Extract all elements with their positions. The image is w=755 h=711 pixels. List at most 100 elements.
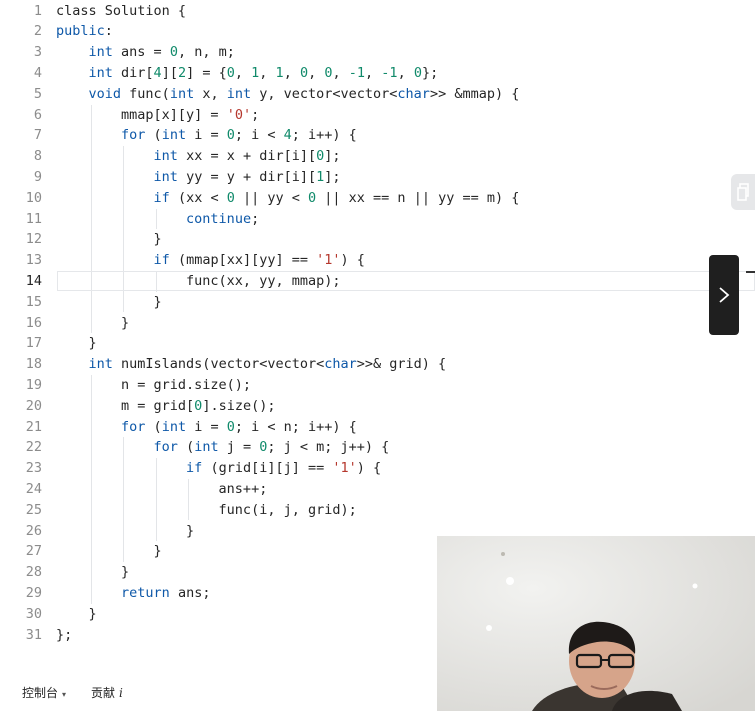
code-line[interactable]: 6 mmap[x][y] = '0'; xyxy=(4,105,755,126)
line-number: 22 xyxy=(25,439,42,456)
side-panel-tab[interactable] xyxy=(731,174,755,210)
code-line[interactable]: 17 } xyxy=(4,333,755,354)
code-line[interactable]: 4 int dir[4][2] = {0, 1, 1, 0, 0, -1, -1… xyxy=(4,63,755,84)
webcam-video-image xyxy=(437,536,755,711)
code-token: class Solution { xyxy=(56,2,187,19)
chevron-right-icon xyxy=(719,287,730,303)
code-text: void func(int x, int y, vector<vector<ch… xyxy=(56,84,520,105)
code-token: m = grid[ xyxy=(56,397,195,414)
code-token: for xyxy=(121,418,146,435)
code-token: 0 xyxy=(169,44,178,61)
code-token: int xyxy=(169,85,195,102)
code-text: for (int i = 0; i < n; i++) { xyxy=(56,417,357,438)
code-token: xx = x + dir[i][ xyxy=(177,148,317,165)
code-token: '0' xyxy=(226,106,252,123)
code-line[interactable]: 5 void func(int x, int y, vector<vector<… xyxy=(4,84,755,105)
code-line[interactable]: 7 for (int i = 0; i < 4; i++) { xyxy=(4,125,755,146)
code-token: yy = y + dir[i][ xyxy=(177,168,317,185)
code-line[interactable]: 15 } xyxy=(4,292,755,313)
code-line[interactable]: 23 if (grid[i][j] == '1') { xyxy=(4,458,755,479)
code-line[interactable]: 18 int numIslands(vector<vector<char>>& … xyxy=(4,354,755,375)
code-text: for (int i = 0; i < 4; i++) { xyxy=(56,125,357,146)
code-line[interactable]: 22 for (int j = 0; j < m; j++) { xyxy=(4,437,755,458)
line-number: 31 xyxy=(25,626,42,643)
line-number: 17 xyxy=(25,335,42,352)
code-token: 4 xyxy=(283,127,292,144)
code-token: ][ xyxy=(161,64,178,81)
code-line[interactable]: 3 int ans = 0, n, m; xyxy=(4,42,755,63)
code-line[interactable]: 12 } xyxy=(4,229,755,250)
code-line[interactable]: 20 m = grid[0].size(); xyxy=(4,396,755,417)
code-text: } xyxy=(56,562,129,583)
code-line[interactable]: 11 continue; xyxy=(4,209,755,230)
contribute-button[interactable]: 贡献 i xyxy=(91,684,123,701)
code-token: } xyxy=(56,605,97,622)
code-line[interactable]: 10 if (xx < 0 || yy < 0 || xx == n || yy… xyxy=(4,188,755,209)
code-text: } xyxy=(56,604,97,625)
code-text: } xyxy=(56,521,194,542)
code-token: 0 xyxy=(226,418,235,435)
code-token: int xyxy=(194,439,219,456)
contribute-label: 贡献 xyxy=(91,686,116,700)
code-token: 0 xyxy=(226,64,235,81)
code-token: , xyxy=(234,64,252,81)
line-number: 6 xyxy=(33,106,42,123)
code-line[interactable]: 1 class Solution { xyxy=(4,1,755,22)
line-number: 12 xyxy=(25,231,42,248)
line-number: 19 xyxy=(25,376,42,393)
code-token: ( xyxy=(145,127,162,144)
code-token: int xyxy=(161,418,187,435)
code-token: 0 xyxy=(308,189,317,206)
code-text: } xyxy=(56,313,129,334)
code-line[interactable]: 13 if (mmap[xx][yy] == '1') { xyxy=(4,250,755,271)
code-token: if xyxy=(153,252,170,269)
code-token: ; i < n; i++) { xyxy=(234,418,357,435)
code-token: continue xyxy=(186,210,252,227)
code-token: ]; xyxy=(324,168,341,185)
code-line[interactable]: 25 func(i, j, grid); xyxy=(4,500,755,521)
code-token: ; xyxy=(251,210,260,227)
line-number: 24 xyxy=(25,480,42,497)
code-line[interactable]: 8 int xx = x + dir[i][0]; xyxy=(4,146,755,167)
expand-panel-button[interactable] xyxy=(709,255,739,335)
code-token: dir[ xyxy=(112,64,154,81)
code-text: if (xx < 0 || yy < 0 || xx == n || yy ==… xyxy=(56,188,520,209)
code-line[interactable]: 24 ans++; xyxy=(4,479,755,500)
code-token: func(xx, yy, mmap); xyxy=(56,272,341,289)
code-text: n = grid.size(); xyxy=(56,375,251,396)
code-token: numIslands(vector<vector< xyxy=(112,356,325,373)
code-token: -1 xyxy=(381,64,398,81)
code-token: '1' xyxy=(316,252,341,269)
code-token: } xyxy=(56,293,162,310)
code-token: if xyxy=(186,460,203,477)
console-button[interactable]: 控制台 ▾ xyxy=(22,684,66,701)
code-text: public: xyxy=(56,21,113,42)
code-token: int xyxy=(161,127,187,144)
code-token: 0 xyxy=(226,189,235,206)
code-text: } xyxy=(56,333,97,354)
code-text: func(xx, yy, mmap); xyxy=(56,271,340,292)
code-line[interactable]: 9 int yy = y + dir[i][1]; xyxy=(4,167,755,188)
code-line[interactable]: 19 n = grid.size(); xyxy=(4,375,755,396)
code-token: ans; xyxy=(169,584,211,601)
code-token: 4 xyxy=(153,64,162,81)
code-token: 0 xyxy=(324,64,333,81)
code-token: y, vector<vector< xyxy=(251,85,398,102)
code-token: func(i, j, grid); xyxy=(56,501,357,518)
code-token: } xyxy=(56,335,97,352)
code-line[interactable]: 14 func(xx, yy, mmap); xyxy=(4,271,755,292)
code-token: , xyxy=(283,64,300,81)
code-token: || yy < xyxy=(234,189,309,206)
code-line[interactable]: 2 public: xyxy=(4,21,755,42)
line-number: 26 xyxy=(25,522,42,539)
code-text: func(i, j, grid); xyxy=(56,500,357,521)
code-line[interactable]: 21 for (int i = 0; i < n; i++) { xyxy=(4,417,755,438)
line-number: 25 xyxy=(25,501,42,518)
code-line[interactable]: 16 } xyxy=(4,313,755,334)
code-token: '1' xyxy=(332,460,357,477)
line-number: 14 xyxy=(25,272,42,289)
line-number: 16 xyxy=(25,314,42,331)
